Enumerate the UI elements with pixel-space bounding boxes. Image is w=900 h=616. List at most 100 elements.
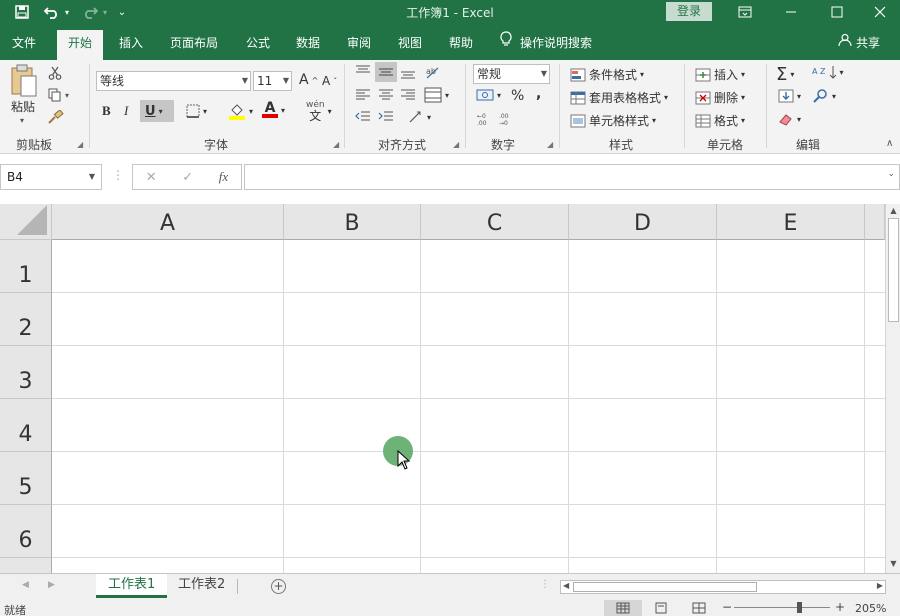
tab-review[interactable]: 审阅 [341, 30, 377, 60]
conditional-format-button[interactable]: 条件格式 ▾ [570, 66, 644, 83]
accounting-format-button[interactable]: ▾ [476, 88, 501, 102]
zoom-slider[interactable] [734, 607, 830, 608]
borders-button[interactable]: ▾ [186, 104, 207, 118]
horizontal-scroll-thumb[interactable] [573, 582, 757, 592]
underline-button[interactable]: U ▾ [140, 100, 174, 122]
undo-icon[interactable] [42, 3, 62, 21]
collapse-ribbon-icon[interactable]: ∧ [886, 138, 893, 149]
vertical-scrollbar[interactable]: ▲ ▼ [885, 204, 900, 573]
split-handle-icon[interactable]: ⋮ [540, 579, 550, 590]
paste-dropdown-icon[interactable]: ▾ [20, 116, 24, 125]
redo-icon[interactable] [80, 3, 100, 21]
row-header-5[interactable]: 5 [0, 452, 52, 505]
bold-button[interactable]: B [102, 103, 111, 119]
find-select-button[interactable]: ▾ [813, 89, 836, 103]
sheet-next-icon[interactable]: ▶ [48, 580, 55, 590]
cell-styles-button[interactable]: 单元格样式 ▾ [570, 112, 656, 129]
zoom-level[interactable]: 205% [855, 602, 886, 615]
align-center-icon[interactable] [378, 88, 394, 102]
delete-cells-button[interactable]: 删除 ▾ [695, 89, 745, 106]
scroll-up-icon[interactable]: ▲ [888, 206, 899, 217]
formula-input[interactable]: ⌄ [244, 164, 900, 190]
copy-icon[interactable]: ▾ [48, 88, 69, 102]
row-header-6[interactable]: 6 [0, 505, 52, 558]
scroll-right-icon[interactable]: ▶ [877, 581, 883, 590]
orientation-icon[interactable]: ab [424, 64, 440, 80]
sheet-tab-2[interactable]: 工作表2 [166, 574, 237, 598]
fill-color-button[interactable]: ▾ [228, 102, 253, 120]
normal-view-button[interactable] [604, 600, 642, 616]
font-size-select[interactable]: 11 ▼ [253, 71, 292, 91]
column-header-f[interactable] [865, 204, 885, 240]
name-box[interactable]: B4 ▼ [0, 164, 102, 190]
undo-dropdown-icon[interactable]: ▾ [62, 3, 72, 21]
tell-me-search[interactable]: 操作说明搜索 [500, 30, 592, 56]
sheet-prev-icon[interactable]: ◀ [22, 580, 29, 590]
row-header-2[interactable]: 2 [0, 293, 52, 346]
increase-font-button[interactable]: A ^ [299, 72, 318, 88]
orientation-dropdown-icon[interactable]: ▾ [408, 110, 431, 124]
alignment-launcher-icon[interactable]: ◢ [453, 140, 459, 149]
column-header-d[interactable]: D [569, 204, 717, 240]
comma-button[interactable]: , [536, 86, 541, 102]
tab-data[interactable]: 数据 [290, 30, 326, 60]
fill-button[interactable]: ▾ [778, 89, 801, 103]
number-launcher-icon[interactable]: ◢ [547, 140, 553, 149]
insert-cells-button[interactable]: 插入 ▾ [695, 66, 745, 83]
tab-file[interactable]: 文件 [6, 30, 42, 60]
add-sheet-icon[interactable]: + [271, 579, 286, 594]
number-format-select[interactable]: 常规 ▼ [473, 64, 550, 84]
minimize-icon[interactable] [768, 0, 814, 24]
expand-formula-icon[interactable]: ⌄ [887, 169, 895, 179]
font-color-button[interactable]: A ▾ [262, 101, 285, 118]
cancel-icon[interactable]: ✕ [146, 170, 157, 185]
font-launcher-icon[interactable]: ◢ [333, 140, 339, 149]
maximize-icon[interactable] [814, 0, 860, 24]
column-header-a[interactable]: A [52, 204, 284, 240]
row-header-4[interactable]: 4 [0, 399, 52, 452]
share-button[interactable]: 共享 [838, 30, 880, 56]
page-break-view-button[interactable] [692, 602, 706, 616]
ribbon-display-icon[interactable] [722, 0, 768, 24]
align-bottom-icon[interactable] [400, 66, 416, 80]
column-header-c[interactable]: C [421, 204, 569, 240]
column-header-e[interactable]: E [717, 204, 865, 240]
worksheet-grid[interactable]: A B C D E 1 2 3 4 5 6 [0, 204, 885, 573]
tab-help[interactable]: 帮助 [443, 30, 479, 60]
percent-button[interactable]: % [511, 88, 524, 104]
horizontal-scrollbar[interactable]: ◀ ▶ [560, 580, 886, 594]
cut-icon[interactable] [48, 66, 62, 80]
column-header-b[interactable]: B [284, 204, 421, 240]
login-button[interactable]: 登录 [666, 2, 712, 21]
decrease-font-button[interactable]: Aˇ [322, 74, 337, 88]
increase-indent-icon[interactable] [378, 110, 394, 124]
clear-button[interactable]: ▾ [778, 112, 801, 126]
save-icon[interactable] [12, 3, 32, 21]
decrease-indent-icon[interactable] [355, 110, 371, 124]
tab-page-layout[interactable]: 页面布局 [164, 30, 224, 60]
format-painter-icon[interactable] [48, 110, 64, 124]
row-header-3[interactable]: 3 [0, 346, 52, 399]
zoom-slider-thumb[interactable] [797, 602, 802, 613]
paste-button[interactable] [10, 64, 38, 98]
align-middle-icon[interactable] [375, 62, 397, 82]
tab-formulas[interactable]: 公式 [240, 30, 276, 60]
clipboard-launcher-icon[interactable]: ◢ [77, 140, 83, 149]
row-header-1[interactable]: 1 [0, 240, 52, 293]
phonetic-button[interactable]: wén 文 ▾ [306, 100, 332, 122]
scroll-down-icon[interactable]: ▼ [888, 559, 899, 570]
enter-icon[interactable]: ✓ [182, 170, 193, 185]
customize-icon[interactable]: ⌄ [116, 3, 128, 21]
align-left-icon[interactable] [355, 88, 371, 102]
font-name-select[interactable]: 等线 ▼ [96, 71, 251, 91]
select-all-button[interactable] [0, 204, 52, 240]
tab-home[interactable]: 开始 [57, 30, 103, 60]
align-right-icon[interactable] [400, 88, 416, 102]
vertical-scroll-thumb[interactable] [888, 218, 899, 322]
format-cells-button[interactable]: 格式 ▾ [695, 112, 745, 129]
increase-decimal-icon[interactable]: ←0.00 [476, 112, 494, 126]
format-as-table-button[interactable]: 套用表格格式 ▾ [570, 89, 668, 106]
sort-filter-button[interactable]: A Z ▾ [812, 65, 844, 79]
scroll-left-icon[interactable]: ◀ [563, 581, 569, 590]
decrease-decimal-icon[interactable]: .00 →0 [498, 112, 516, 126]
